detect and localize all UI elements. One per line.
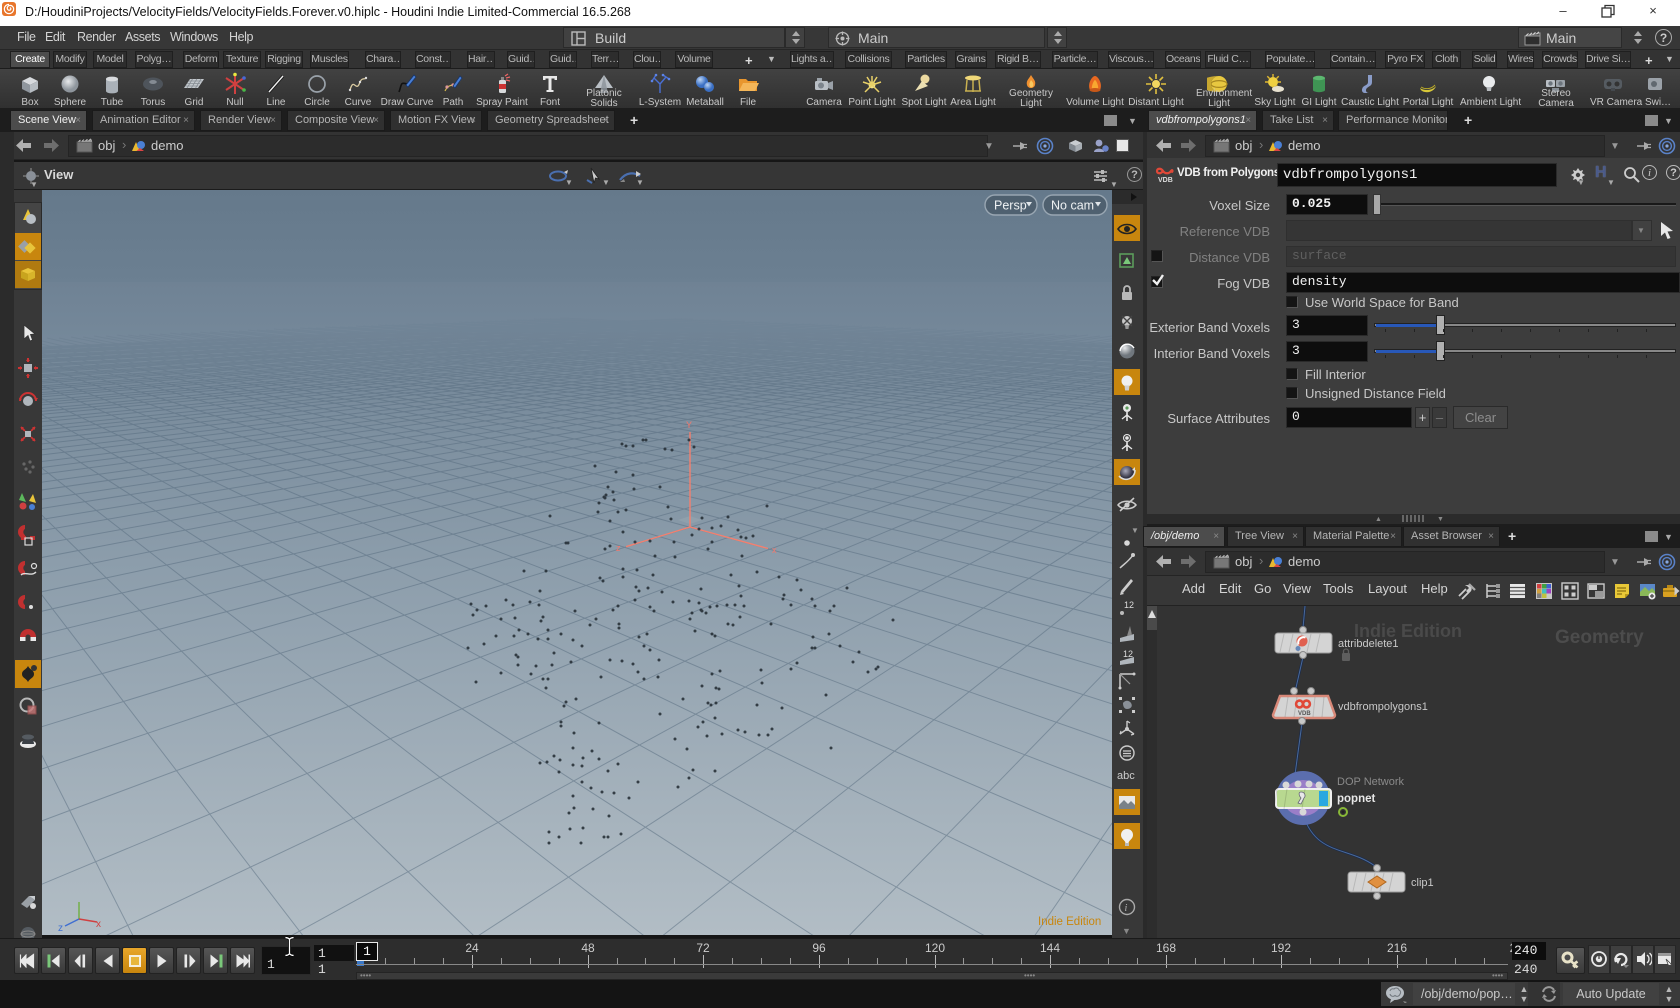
svg-text:12: 12 bbox=[1124, 600, 1134, 610]
svg-text:Indie Edition: Indie Edition bbox=[1038, 916, 1101, 928]
svg-text:z: z bbox=[616, 543, 621, 553]
svg-text:Geometry: Geometry bbox=[1555, 627, 1644, 648]
svg-text:Persp: Persp bbox=[994, 199, 1027, 213]
svg-text:DOP Network: DOP Network bbox=[1337, 776, 1405, 788]
svg-text:i: i bbox=[1124, 902, 1127, 914]
svg-text:No cam: No cam bbox=[1051, 199, 1094, 213]
svg-text:z: z bbox=[58, 923, 63, 934]
svg-text:vdbfrompolygons1: vdbfrompolygons1 bbox=[1338, 701, 1428, 713]
svg-text:Y: Y bbox=[686, 420, 692, 430]
svg-text:VDB: VDB bbox=[1298, 711, 1311, 717]
svg-text:x: x bbox=[96, 919, 101, 930]
svg-text:VDB: VDB bbox=[1158, 177, 1173, 184]
svg-text:12: 12 bbox=[1123, 649, 1133, 659]
svg-text:clip1: clip1 bbox=[1411, 877, 1434, 889]
svg-text:x: x bbox=[772, 545, 777, 555]
svg-text:attribdelete1: attribdelete1 bbox=[1338, 638, 1399, 650]
svg-text:popnet: popnet bbox=[1337, 793, 1375, 805]
